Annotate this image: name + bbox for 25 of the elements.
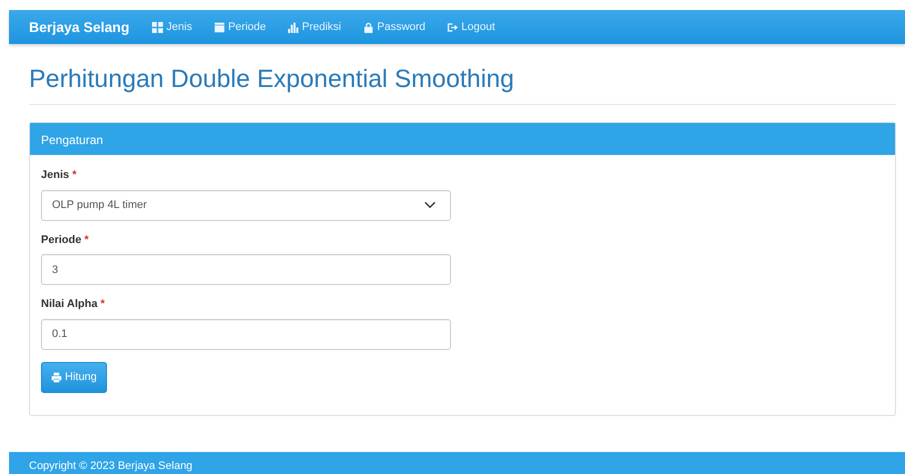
panel-heading: Pengaturan (30, 123, 895, 155)
nav-link[interactable]: Password (352, 18, 436, 36)
grid-icon (152, 22, 164, 32)
page-title: Perhitungan Double Exponential Smoothing (29, 64, 516, 95)
input-field[interactable]: 0.1 (41, 318, 451, 350)
type-select[interactable]: OLP pump 4L timer (41, 190, 451, 220)
calendar-icon (214, 22, 226, 32)
field-label: Periode (41, 234, 82, 246)
logout-icon (447, 22, 458, 32)
field-label: Nilai Alpha (41, 298, 98, 310)
bar-chart-icon (288, 22, 299, 32)
calculate-button[interactable]: Hitung (41, 362, 107, 392)
nav-link[interactable]: Prediksi (277, 18, 352, 36)
nav-link[interactable]: Periode (203, 18, 277, 36)
nav-link[interactable]: Jenis (141, 18, 204, 36)
footer-text: Copyright © 2023 Berjaya Selang (9, 452, 905, 474)
field-label: Jenis (41, 169, 70, 181)
nav-link[interactable]: Logout (436, 18, 506, 36)
required-mark: * (100, 298, 105, 310)
input-field[interactable]: 3 (41, 254, 451, 285)
lock-icon (363, 22, 374, 32)
required-mark: * (84, 234, 89, 246)
brand-link[interactable]: Berjaya Selang (29, 16, 130, 38)
printer-icon (51, 372, 62, 382)
required-mark: * (72, 169, 76, 181)
